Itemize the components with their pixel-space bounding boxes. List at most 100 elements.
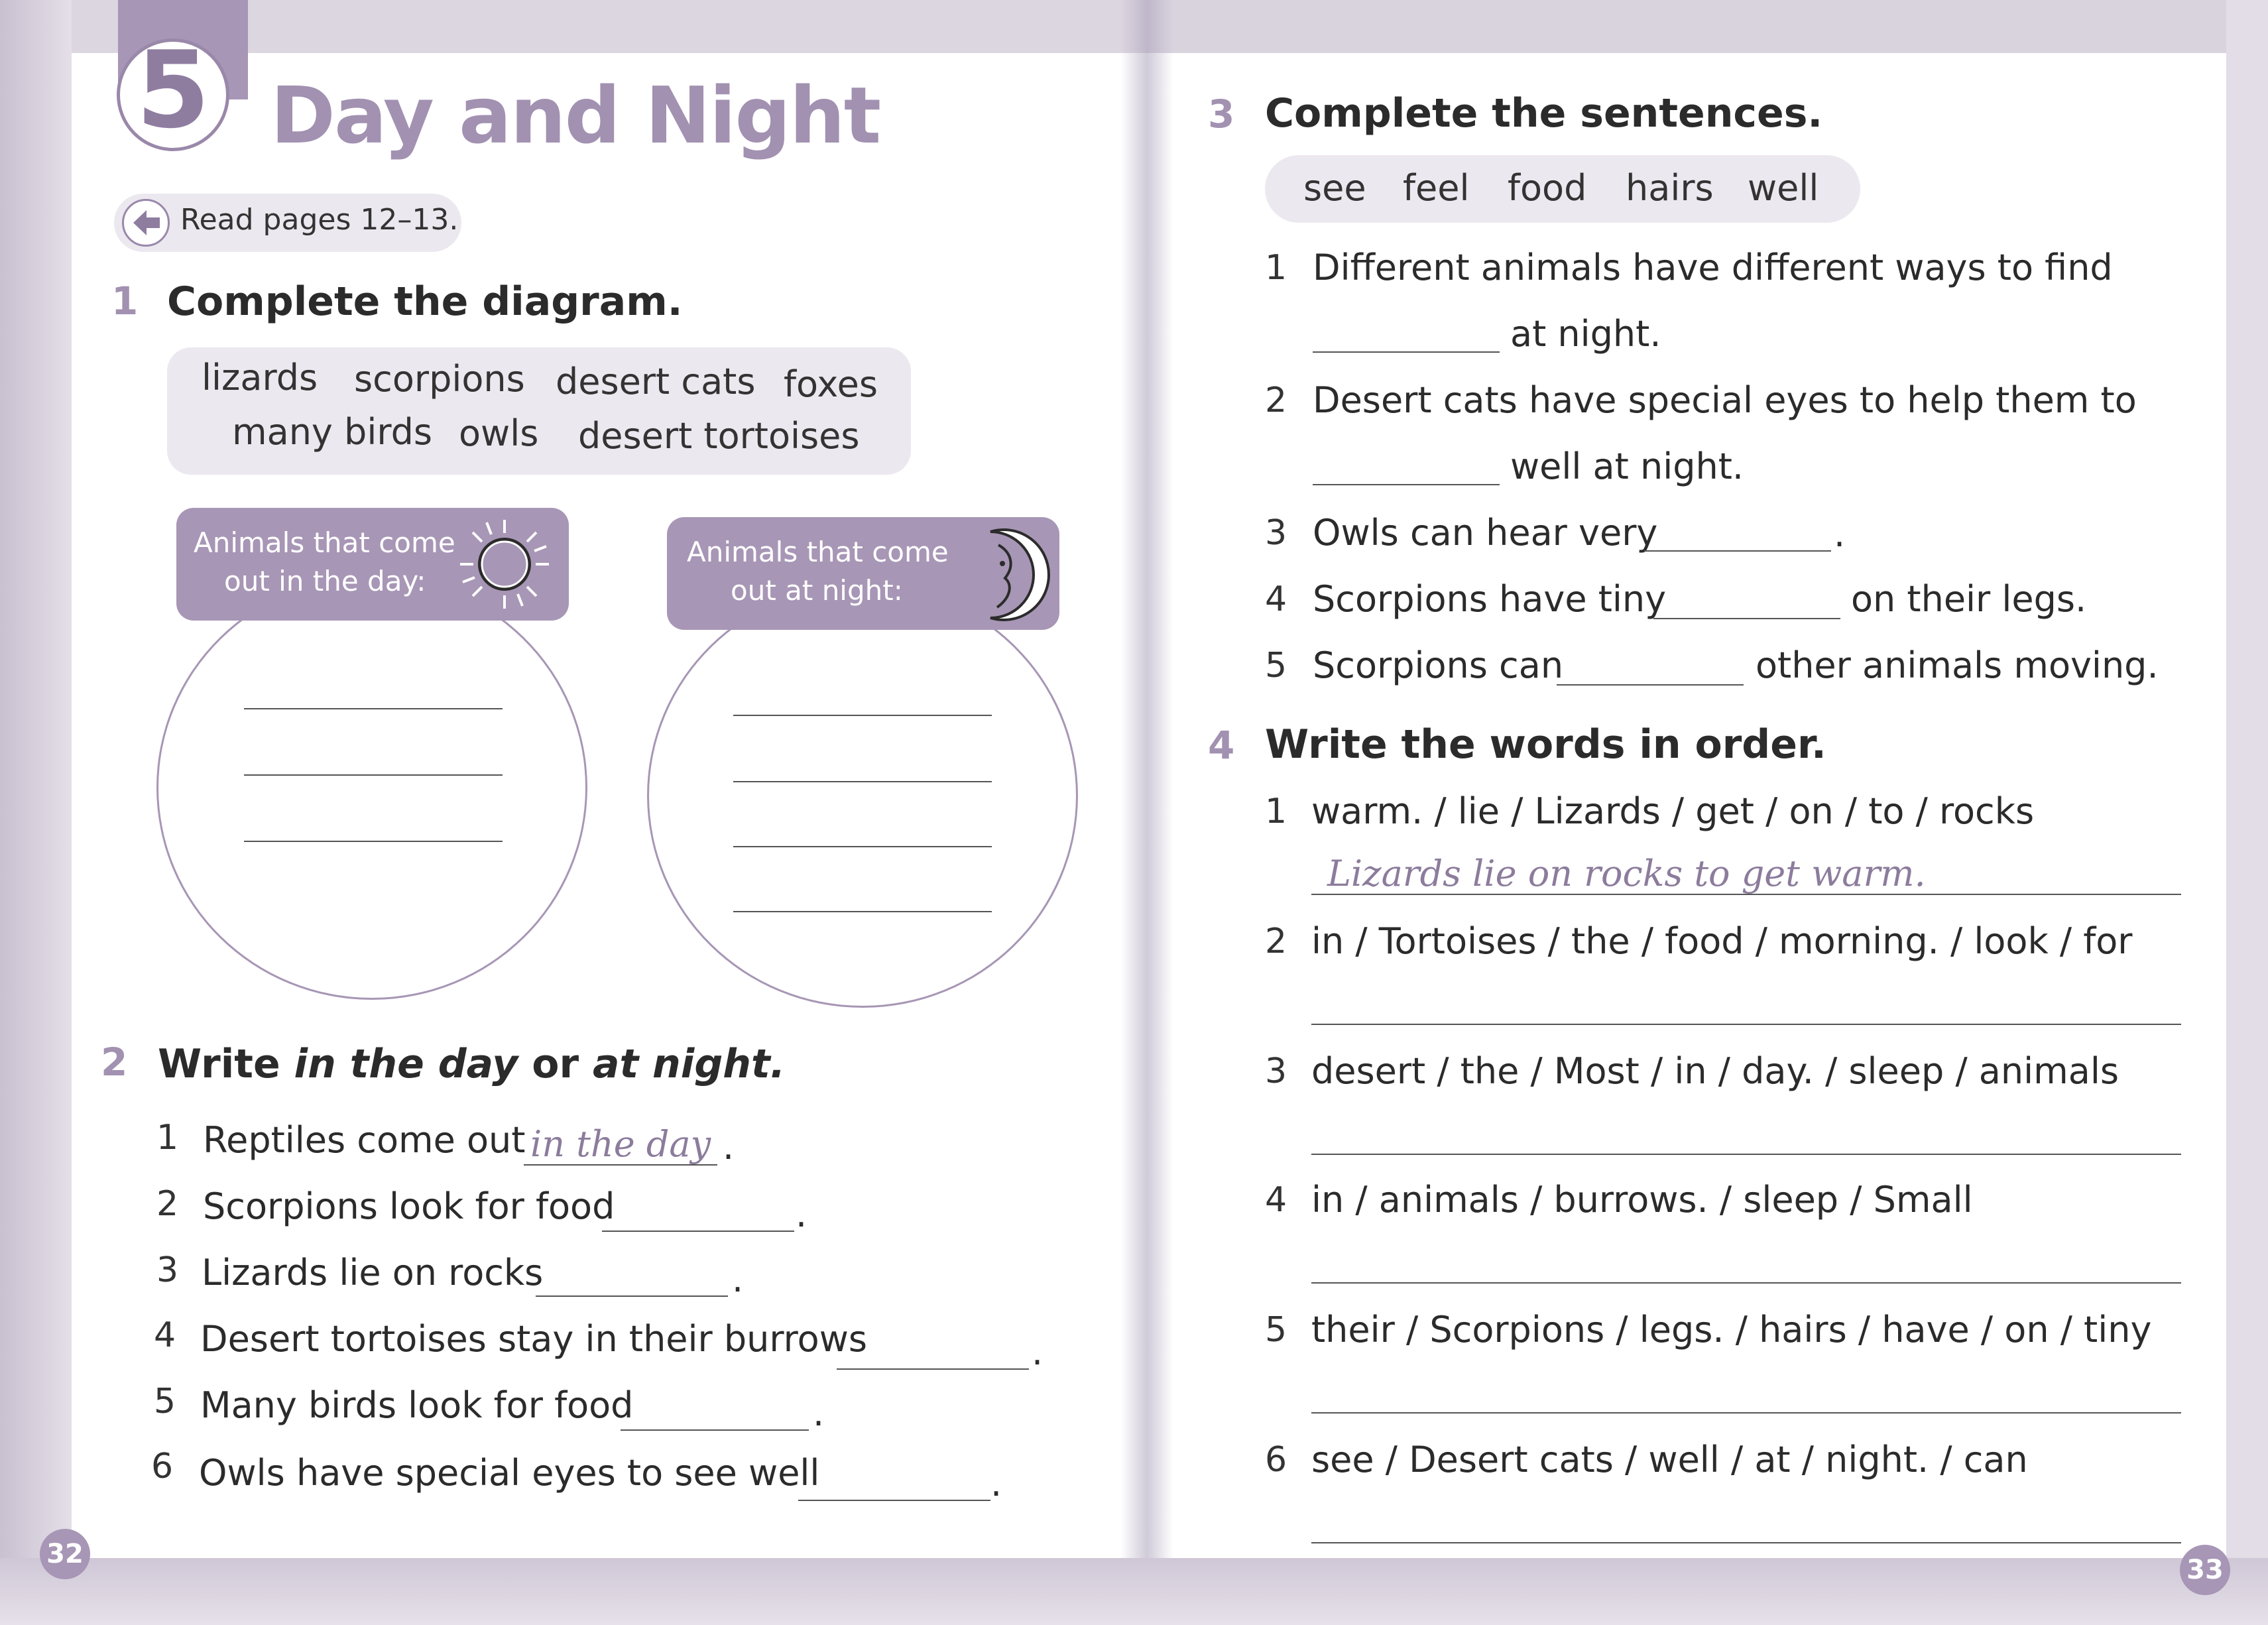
ex4-item-words: warm. / lie / Lizards / get / on / to / …	[1311, 790, 2035, 832]
ex3-item-text: Desert cats have special eyes to help th…	[1313, 379, 2137, 421]
ex1-word: desert tortoises	[578, 415, 860, 457]
ex4-answer-line[interactable]	[1311, 894, 2181, 895]
ex2-answer-line[interactable]	[837, 1368, 1029, 1370]
ex1-word: many birds	[232, 411, 432, 453]
ex2-item-number: 3	[156, 1250, 179, 1290]
ex3-item-after: other animals moving.	[1756, 644, 2159, 686]
book-spine	[1120, 0, 1173, 1625]
day-diagram-heading: Animals that come out in the day:	[176, 508, 569, 621]
ex2-title: Write in the day or at night.	[158, 1041, 786, 1087]
ex4-answer-line[interactable]	[1311, 1542, 2181, 1543]
ex4-item-number: 3	[1265, 1052, 1287, 1091]
ex3-answer-line[interactable]	[1653, 618, 1840, 619]
ex1-number: 1	[111, 278, 139, 324]
ex3-answer-line[interactable]	[1557, 684, 1744, 686]
ex4-answer-line[interactable]	[1311, 1024, 2181, 1025]
ex2-item-number: 2	[156, 1184, 179, 1224]
ex2-item-text: Owls have special eyes to see well	[199, 1452, 820, 1494]
day-heading-line1: Animals that come	[194, 526, 455, 559]
ex2-item-end: .	[732, 1258, 744, 1300]
night-answer-line[interactable]	[733, 846, 992, 847]
ex2-answer-line[interactable]	[798, 1500, 990, 1501]
ex2-answer-line[interactable]	[602, 1231, 794, 1232]
day-answer-line[interactable]	[244, 841, 503, 842]
left-page-edge	[0, 0, 72, 1625]
ex2-answer-line[interactable]	[621, 1429, 809, 1431]
ex3-item-text: Different animals have different ways to…	[1313, 247, 2113, 288]
ex2-item-end: .	[1032, 1331, 1044, 1373]
ex4-item-words: desert / the / Most / in / day. / sleep …	[1311, 1050, 2119, 1092]
night-answer-line[interactable]	[733, 715, 992, 716]
page-number-right: 33	[2180, 1545, 2230, 1595]
ex4-item-words: in / animals / burrows. / sleep / Small	[1311, 1179, 1973, 1221]
ex3-word: hairs	[1626, 167, 1714, 209]
day-answer-line[interactable]	[244, 774, 503, 776]
page-number-left: 32	[40, 1529, 90, 1579]
back-arrow-icon	[122, 199, 170, 247]
ex3-number: 3	[1208, 91, 1235, 137]
ex2-item-answer[interactable]: in the day	[530, 1123, 711, 1165]
ex2-item-text: Reptiles come out	[203, 1119, 526, 1161]
ex2-item-end: .	[990, 1463, 1002, 1504]
ex3-item-after: at night.	[1510, 313, 1661, 355]
unit-title: Day and Night	[270, 70, 881, 161]
ex4-item-answer[interactable]: Lizards lie on rocks to get warm.	[1327, 853, 1926, 894]
ex4-answer-line[interactable]	[1311, 1412, 2181, 1414]
ex3-item-text: Owls can hear very	[1313, 512, 1658, 554]
ex4-number: 4	[1208, 723, 1235, 768]
ex3-item-text: Scorpions can	[1313, 644, 1564, 686]
ex1-word: scorpions	[354, 358, 525, 400]
ex4-item-words: see / Desert cats / well / at / night. /…	[1311, 1439, 2028, 1480]
ex4-item-number: 1	[1265, 792, 1287, 831]
top-strip	[1146, 0, 2268, 53]
bottom-page-edge	[0, 1558, 2268, 1625]
ex2-number: 2	[101, 1040, 128, 1085]
ex2-item-text: Lizards lie on rocks	[202, 1252, 544, 1294]
ex1-word: foxes	[784, 363, 878, 405]
ex3-answer-line[interactable]	[1313, 484, 1500, 485]
ex2-item-number: 6	[151, 1447, 174, 1486]
day-heading-line2: out in the day:	[224, 565, 426, 597]
ex4-item-number: 6	[1265, 1440, 1287, 1480]
ex2-item-text: Scorpions look for food	[203, 1185, 615, 1227]
ex3-item-number: 1	[1265, 248, 1287, 288]
ex4-title: Write the words in order.	[1265, 721, 1826, 768]
ex2-item-end: .	[813, 1392, 825, 1434]
right-page-edge	[2226, 0, 2268, 1625]
night-answer-line[interactable]	[733, 911, 992, 912]
ex3-answer-line[interactable]	[1644, 550, 1831, 552]
ex2-item-end: .	[796, 1193, 807, 1235]
ex3-answer-line[interactable]	[1313, 351, 1500, 353]
ex2-item-number: 4	[154, 1315, 176, 1355]
ex2-answer-line[interactable]	[536, 1295, 728, 1297]
ex1-word: lizards	[202, 357, 318, 398]
ex2-answer-line[interactable]	[524, 1164, 717, 1166]
ex4-item-words: in / Tortoises / the / food / morning. /…	[1311, 920, 2133, 962]
ex4-item-number: 2	[1265, 922, 1287, 961]
ex2-item-end: .	[723, 1126, 735, 1168]
ex4-answer-line[interactable]	[1311, 1282, 2181, 1284]
day-answer-line[interactable]	[244, 708, 503, 709]
read-pages-text: Read pages 12–13.	[180, 203, 459, 237]
ex2-item-text: Desert tortoises stay in their burrows	[200, 1318, 867, 1360]
unit-number: 5	[136, 28, 210, 152]
ex3-item-after: .	[1834, 513, 1846, 555]
night-heading-line1: Animals that come	[687, 536, 949, 568]
ex3-item-number: 4	[1265, 579, 1287, 619]
ex3-title: Complete the sentences.	[1265, 90, 1823, 137]
ex3-item-after: on their legs.	[1851, 578, 2087, 620]
ex3-item-number: 3	[1265, 513, 1287, 553]
ex3-word: food	[1508, 167, 1587, 209]
night-answer-line[interactable]	[733, 781, 992, 782]
night-diagram-heading: Animals that come out at night:	[667, 517, 1059, 630]
ex2-item-number: 5	[154, 1382, 176, 1421]
ex2-item-number: 1	[156, 1118, 179, 1158]
sun-icon	[460, 520, 549, 609]
ex4-item-words: their / Scorpions / legs. / hairs / have…	[1311, 1309, 2152, 1351]
ex4-answer-line[interactable]	[1311, 1154, 2181, 1155]
ex3-word: well	[1748, 167, 1819, 209]
night-heading-line2: out at night:	[731, 574, 903, 607]
day-diagram-circle	[156, 575, 587, 1000]
ex3-item-after: well at night.	[1510, 446, 1744, 487]
ex1-word: owls	[459, 412, 539, 454]
